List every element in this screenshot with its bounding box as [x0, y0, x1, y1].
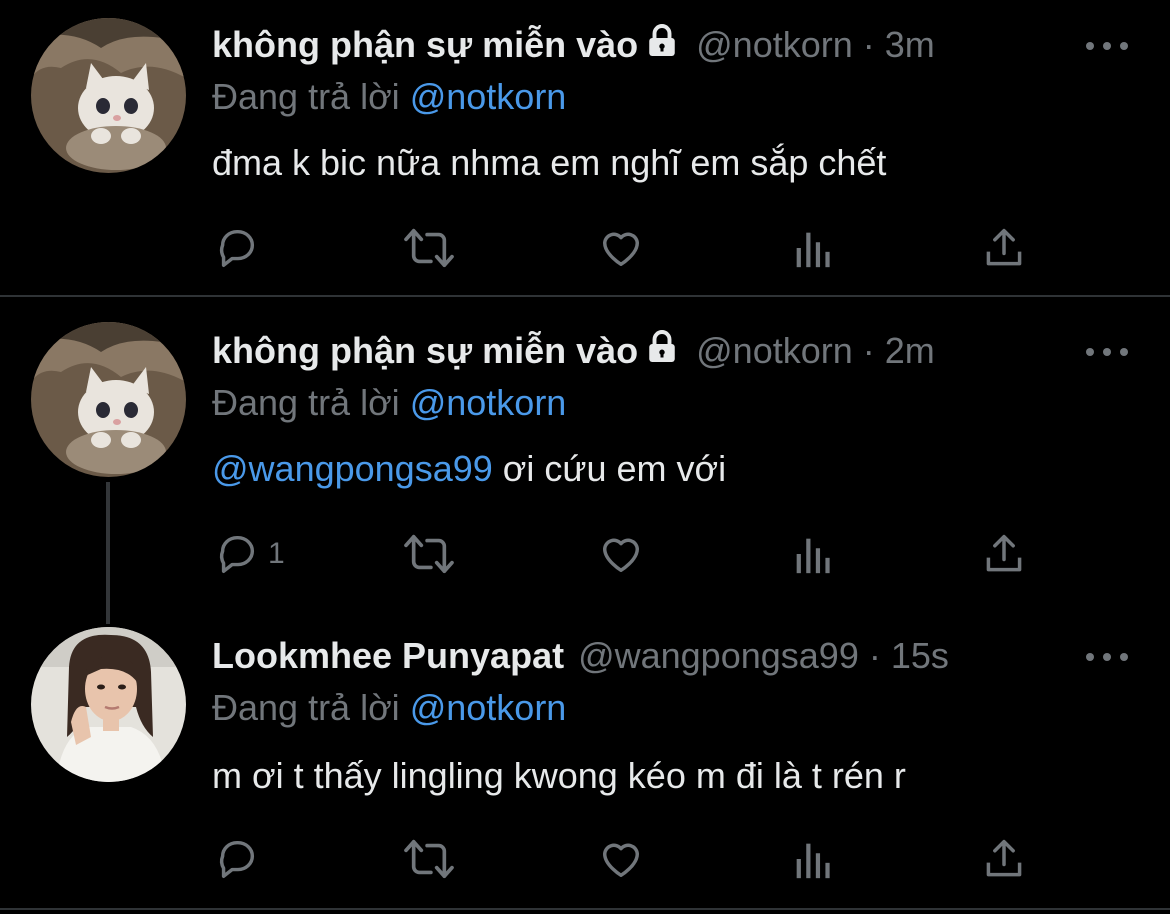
reply-button[interactable]: 1	[214, 526, 285, 582]
reply-context: Đang trả lời @notkorn	[212, 76, 566, 118]
user-handle[interactable]: @notkorn	[696, 24, 853, 66]
avatar[interactable]	[31, 627, 186, 782]
text-mention[interactable]: @wangpongsa99	[212, 448, 493, 489]
more-icon[interactable]	[1086, 342, 1128, 362]
avatar[interactable]	[31, 18, 186, 173]
like-button[interactable]	[598, 220, 644, 276]
display-name[interactable]: Lookmhee Punyapat	[212, 635, 564, 677]
tweet-divider	[0, 295, 1170, 297]
avatar[interactable]	[31, 322, 186, 477]
heart-icon	[602, 232, 640, 267]
reply-button[interactable]	[214, 220, 268, 276]
separator-dot: ·	[862, 330, 875, 371]
separator-dot: ·	[868, 635, 881, 676]
share-icon	[986, 534, 1022, 572]
reply-button[interactable]	[214, 831, 268, 887]
reply-to-mention[interactable]: @notkorn	[410, 76, 567, 117]
retweet-button[interactable]	[402, 220, 456, 276]
lock-icon	[644, 329, 680, 374]
kitten-avatar-image	[31, 18, 186, 173]
share-button[interactable]	[982, 526, 1026, 582]
retweet-button[interactable]	[402, 831, 456, 887]
tweet-text: @wangpongsa99 ơi cứu em với	[212, 448, 726, 490]
heart-icon	[602, 538, 640, 573]
retweet-icon	[404, 534, 454, 574]
reply-to-mention[interactable]: @notkorn	[410, 382, 567, 423]
timestamp[interactable]: 15s	[891, 635, 949, 677]
lock-icon	[644, 23, 680, 68]
views-icon	[796, 232, 830, 268]
reply-icon	[219, 535, 254, 573]
like-button[interactable]	[598, 831, 644, 887]
tweet-text-content: đma k bic nữa nhma em nghĩ em sắp chết	[212, 142, 887, 183]
tweet-divider	[0, 908, 1170, 910]
tweet-header: Lookmhee Punyapat @wangpongsa99 · 15s	[212, 631, 949, 681]
like-button[interactable]	[598, 526, 644, 582]
tweet-text: m ơi t thấy lingling kwong kéo m đi là t…	[212, 755, 906, 797]
share-button[interactable]	[982, 220, 1026, 276]
more-icon[interactable]	[1086, 647, 1128, 667]
separator-dot: ·	[862, 24, 875, 65]
views-button[interactable]	[792, 220, 832, 276]
tweet-header: không phận sự miễn vào @notkorn · 2m	[212, 326, 935, 376]
reply-count: 1	[268, 537, 285, 570]
heart-icon	[602, 843, 640, 878]
user-handle[interactable]: @wangpongsa99	[578, 635, 859, 677]
person-avatar-image	[31, 627, 186, 782]
reply-prefix: Đang trả lời	[212, 687, 400, 728]
reply-prefix: Đang trả lời	[212, 76, 400, 117]
reply-icon	[219, 840, 254, 878]
reply-to-mention[interactable]: @notkorn	[410, 687, 567, 728]
action-bar: 1	[0, 526, 1170, 582]
share-icon	[986, 839, 1022, 877]
reply-context: Đang trả lời @notkorn	[212, 687, 566, 729]
tweet-3[interactable]: Lookmhee Punyapat @wangpongsa99 · 15s Đa…	[0, 605, 1170, 910]
views-button[interactable]	[792, 831, 832, 887]
tweet-text: đma k bic nữa nhma em nghĩ em sắp chết	[212, 142, 886, 184]
tweet-2[interactable]: không phận sự miễn vào @notkorn · 2m Đan…	[0, 300, 1170, 610]
display-name[interactable]: không phận sự miễn vào	[212, 330, 638, 372]
views-icon	[796, 538, 830, 574]
more-icon[interactable]	[1086, 36, 1128, 56]
retweet-button[interactable]	[402, 526, 456, 582]
action-bar	[0, 220, 1170, 276]
display-name[interactable]: không phận sự miễn vào	[212, 24, 638, 66]
retweet-icon	[404, 228, 454, 268]
timestamp[interactable]: 2m	[885, 330, 935, 372]
retweet-icon	[404, 839, 454, 879]
reply-icon	[219, 229, 254, 267]
views-button[interactable]	[792, 526, 832, 582]
timestamp[interactable]: 3m	[885, 24, 935, 66]
kitten-avatar-image	[31, 322, 186, 477]
reply-prefix: Đang trả lời	[212, 382, 400, 423]
tweet-header: không phận sự miễn vào @notkorn · 3m	[212, 20, 935, 70]
action-bar	[0, 831, 1170, 887]
reply-context: Đang trả lời @notkorn	[212, 382, 566, 424]
tweet-text-content: m ơi t thấy lingling kwong kéo m đi là t…	[212, 755, 906, 796]
views-icon	[796, 843, 830, 879]
tweet-text-content: ơi cứu em với	[492, 448, 727, 489]
user-handle[interactable]: @notkorn	[696, 330, 853, 372]
share-icon	[986, 228, 1022, 266]
tweet-1[interactable]: không phận sự miễn vào @notkorn · 3m Đan…	[0, 0, 1170, 296]
share-button[interactable]	[982, 831, 1026, 887]
